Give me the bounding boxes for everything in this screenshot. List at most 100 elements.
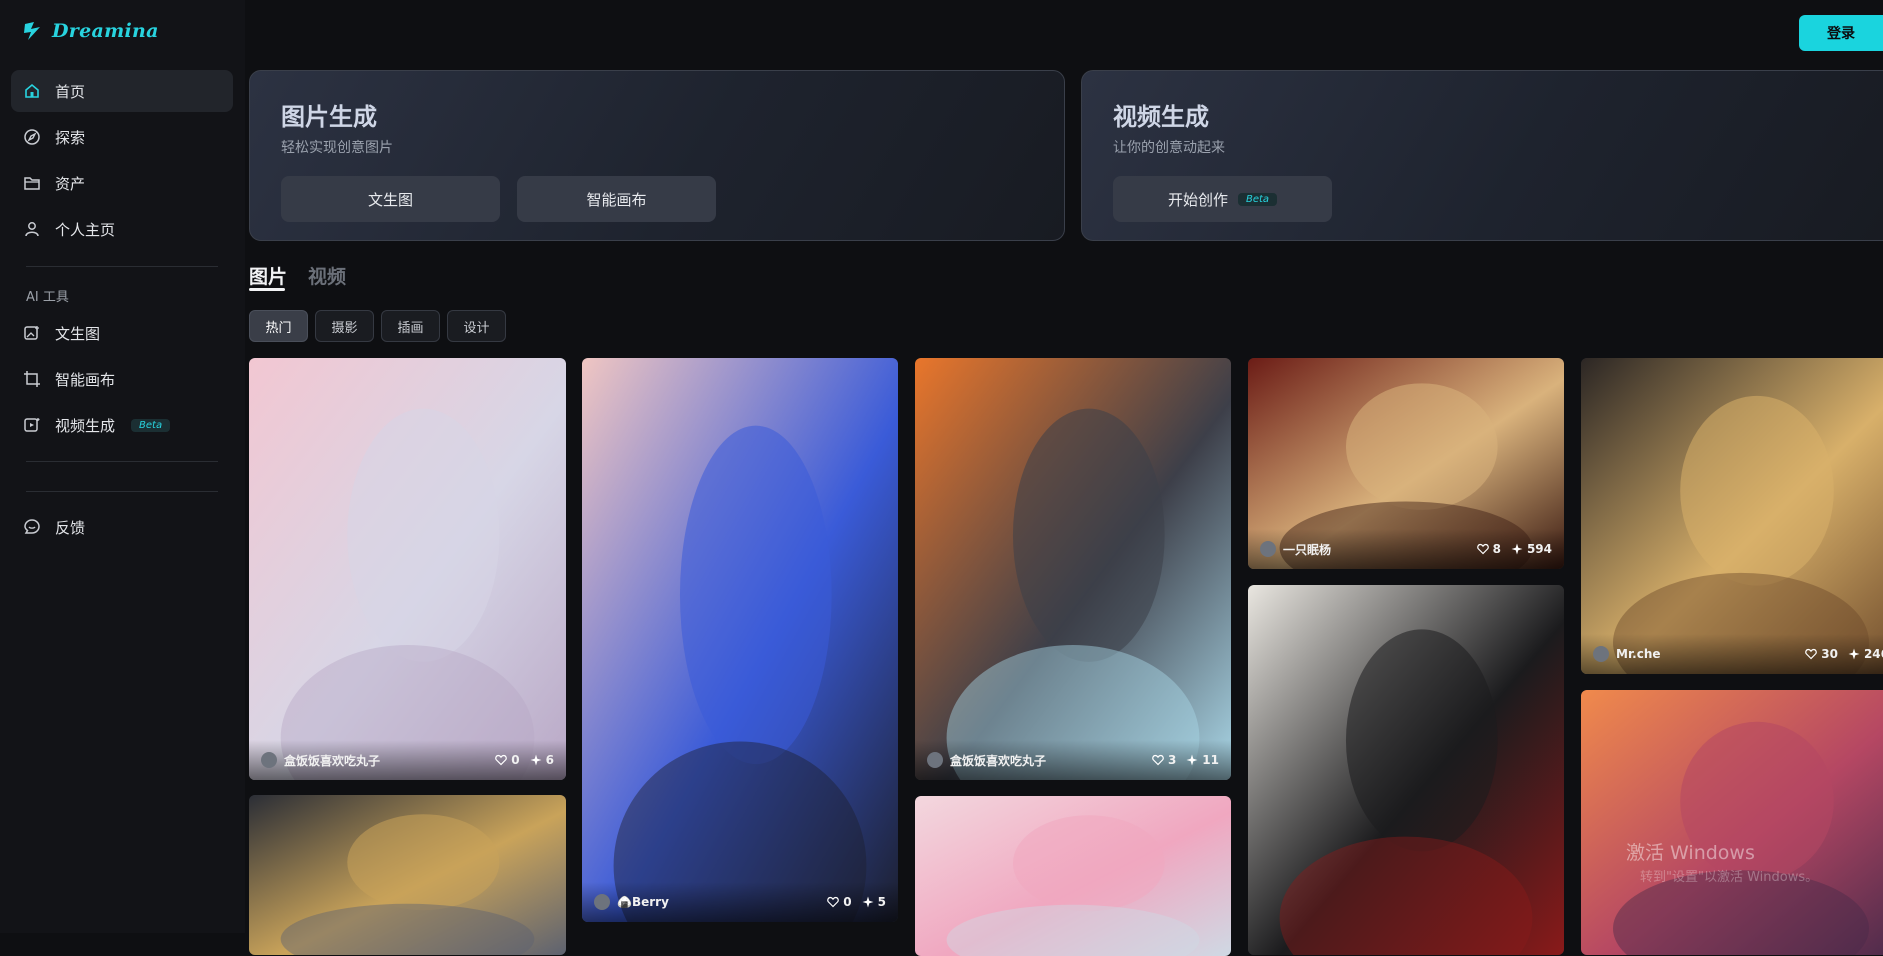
use-count[interactable]: 594: [1511, 542, 1552, 556]
artwork-image: [1581, 690, 1883, 955]
sidebar-item-video-gen[interactable]: 视频生成 Beta: [11, 404, 233, 446]
sidebar-item-explore[interactable]: 探索: [11, 116, 233, 158]
sidebar-item-label: 个人主页: [55, 220, 116, 239]
card-meta: 盒饭饭喜欢吃丸子 3 11: [915, 740, 1231, 780]
author-name[interactable]: Mr.che: [1616, 647, 1795, 661]
video-gen-icon: [24, 418, 40, 432]
sparkle-icon: [530, 754, 542, 766]
sparkle-icon: [1186, 754, 1198, 766]
avatar[interactable]: [1260, 541, 1276, 557]
like-count[interactable]: 0: [495, 753, 520, 767]
sidebar-item-label: 反馈: [55, 518, 86, 537]
uses-value: 594: [1526, 542, 1552, 556]
windows-activation-hint: 转到"设置"以激活 Windows。: [1640, 870, 1819, 885]
heart-icon: [1476, 543, 1489, 555]
gallery-card[interactable]: [915, 796, 1231, 956]
artwork-image: [1581, 358, 1883, 674]
sidebar-item-text-to-image[interactable]: 文生图: [11, 312, 233, 354]
sidebar-divider: [26, 461, 218, 462]
artwork-image: [249, 358, 566, 780]
filter-photography[interactable]: 摄影: [315, 310, 374, 342]
sidebar: Dreamina 首页 探索 资产 个人主页 AI 工具 文生图 智能画布 视频…: [0, 0, 245, 933]
card-meta: Mr.che 30 246: [1581, 634, 1883, 674]
like-count[interactable]: 8: [1476, 542, 1501, 556]
tab-images[interactable]: 图片: [249, 262, 287, 289]
image-gen-title: 图片生成: [281, 103, 377, 131]
likes-value: 3: [1167, 753, 1177, 767]
author-name[interactable]: 盒饭饭喜欢吃丸子: [950, 752, 1142, 769]
video-gen-subtitle: 让你的创意动起来: [1113, 140, 1225, 156]
card-meta: 一只眠杨 8 594: [1248, 529, 1564, 569]
dreamina-logo-icon: [24, 22, 40, 40]
sparkle-icon: [1511, 543, 1523, 555]
avatar[interactable]: [927, 752, 943, 768]
start-creating-button[interactable]: 开始创作 Beta: [1113, 176, 1332, 222]
sidebar-item-home[interactable]: 首页: [11, 70, 233, 112]
card-meta: 盒饭饭喜欢吃丸子 0 6: [249, 740, 566, 780]
sidebar-divider: [26, 491, 218, 492]
app-name: Dreamina: [52, 20, 159, 42]
use-count[interactable]: 246: [1848, 647, 1883, 661]
sparkle-icon: [862, 896, 874, 908]
login-button[interactable]: 登录: [1799, 15, 1883, 51]
gallery-card[interactable]: Mr.che 30 246: [1581, 358, 1883, 674]
start-creating-label: 开始创作: [1167, 190, 1228, 209]
sidebar-item-assets[interactable]: 资产: [11, 162, 233, 204]
likes-value: 0: [843, 895, 852, 909]
canvas-icon: [24, 371, 40, 387]
sidebar-item-label: 文生图: [55, 324, 101, 343]
image-gen-subtitle: 轻松实现创意图片: [281, 140, 393, 156]
gallery-card[interactable]: 🍙Berry 0 5: [582, 358, 898, 922]
use-count[interactable]: 11: [1186, 753, 1219, 767]
smart-canvas-button[interactable]: 智能画布: [517, 176, 716, 222]
heart-icon: [495, 754, 508, 766]
image-generation-card: 图片生成 轻松实现创意图片 文生图 智能画布: [249, 70, 1065, 241]
logo[interactable]: Dreamina: [22, 20, 159, 42]
sidebar-item-smart-canvas[interactable]: 智能画布: [11, 358, 233, 400]
sidebar-item-label: 智能画布: [55, 370, 116, 389]
heart-icon: [1805, 648, 1818, 660]
gallery-card[interactable]: [249, 795, 566, 955]
heart-icon: [827, 896, 840, 908]
sidebar-item-profile[interactable]: 个人主页: [11, 208, 233, 250]
filter-design[interactable]: 设计: [447, 310, 506, 342]
tab-videos[interactable]: 视频: [308, 262, 346, 289]
windows-activation-watermark: 激活 Windows: [1626, 842, 1755, 864]
text-to-image-button[interactable]: 文生图: [281, 176, 500, 222]
filter-illustration[interactable]: 插画: [381, 310, 440, 342]
author-name[interactable]: 盒饭饭喜欢吃丸子: [284, 752, 485, 769]
gallery-card[interactable]: 盒饭饭喜欢吃丸子 3 11: [915, 358, 1231, 780]
folder-icon: [24, 177, 40, 190]
gallery-card[interactable]: 盒饭饭喜欢吃丸子 0 6: [249, 358, 566, 780]
uses-value: 11: [1202, 753, 1219, 767]
use-count[interactable]: 5: [862, 895, 886, 909]
video-generation-card: 视频生成 让你的创意动起来 开始创作 Beta: [1081, 70, 1883, 241]
like-count[interactable]: 0: [827, 895, 852, 909]
card-meta: 🍙Berry 0 5: [582, 882, 898, 922]
ai-tools-label: AI 工具: [26, 290, 69, 305]
likes-value: 30: [1821, 647, 1838, 661]
artwork-image: [249, 795, 566, 955]
use-count[interactable]: 6: [530, 753, 554, 767]
avatar[interactable]: [261, 752, 277, 768]
avatar[interactable]: [1593, 646, 1609, 662]
artwork-image: [1248, 585, 1564, 955]
compass-icon: [24, 129, 40, 145]
filter-hot[interactable]: 热门: [249, 310, 308, 342]
sidebar-item-feedback[interactable]: 反馈: [11, 506, 233, 548]
beta-badge: Beta: [1237, 192, 1278, 206]
sidebar-item-label: 视频生成: [55, 416, 116, 435]
author-name[interactable]: 🍙Berry: [617, 895, 817, 909]
uses-value: 5: [877, 895, 886, 909]
gallery-card[interactable]: [1581, 690, 1883, 955]
like-count[interactable]: 3: [1152, 753, 1176, 767]
sidebar-item-label: 首页: [55, 82, 86, 101]
sidebar-item-label: 探索: [55, 128, 86, 147]
uses-value: 6: [545, 753, 554, 767]
author-name[interactable]: 一只眠杨: [1283, 541, 1467, 558]
avatar[interactable]: [594, 894, 610, 910]
gallery-card[interactable]: 一只眠杨 8 594: [1248, 358, 1564, 569]
like-count[interactable]: 30: [1805, 647, 1838, 661]
sidebar-item-label: 资产: [55, 174, 86, 193]
gallery-card[interactable]: [1248, 585, 1564, 955]
